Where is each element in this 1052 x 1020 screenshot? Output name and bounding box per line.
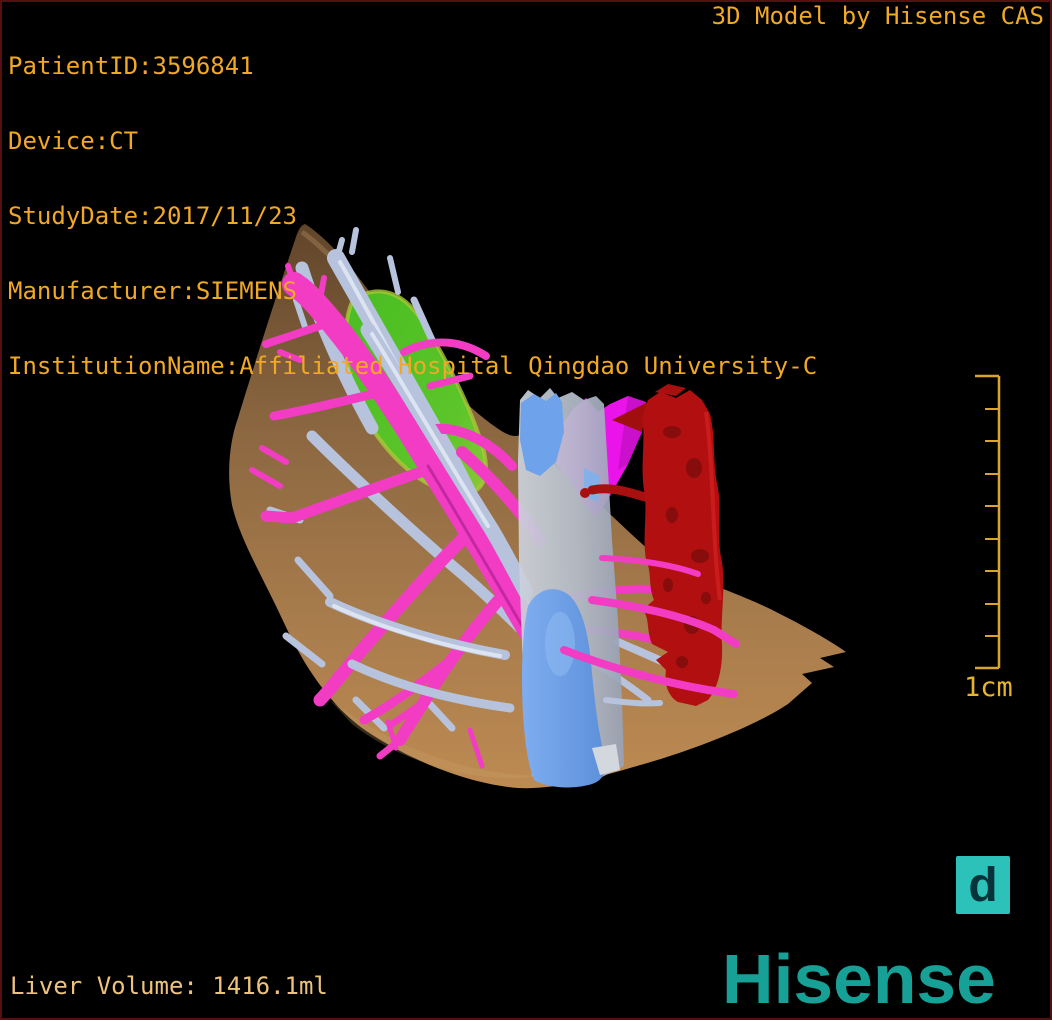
study-date-line: StudyDate:2017/11/23 <box>8 202 297 230</box>
watermark-label: 3D Model by Hisense CAS <box>711 2 1044 30</box>
hisense-d-badge: d <box>956 856 1010 914</box>
hisense-cas-3d-viewer: PatientID:3596841 Device:CT StudyDate:20… <box>0 0 1052 1020</box>
patient-info-block: PatientID:3596841 Device:CT StudyDate:20… <box>8 4 817 429</box>
scale-bar-label: 1cm <box>964 672 1013 703</box>
manufacturer-line: Manufacturer:SIEMENS <box>8 277 297 305</box>
liver-volume-label: Liver Volume: 1416.1ml <box>10 972 328 1000</box>
scale-bar <box>975 374 1001 670</box>
patient-id-line: PatientID:3596841 <box>8 52 254 80</box>
hisense-logo: Hisense <box>722 940 996 1018</box>
device-line: Device:CT <box>8 127 139 155</box>
institution-line: InstitutionName:Affiliated Hospital Qing… <box>8 352 818 380</box>
